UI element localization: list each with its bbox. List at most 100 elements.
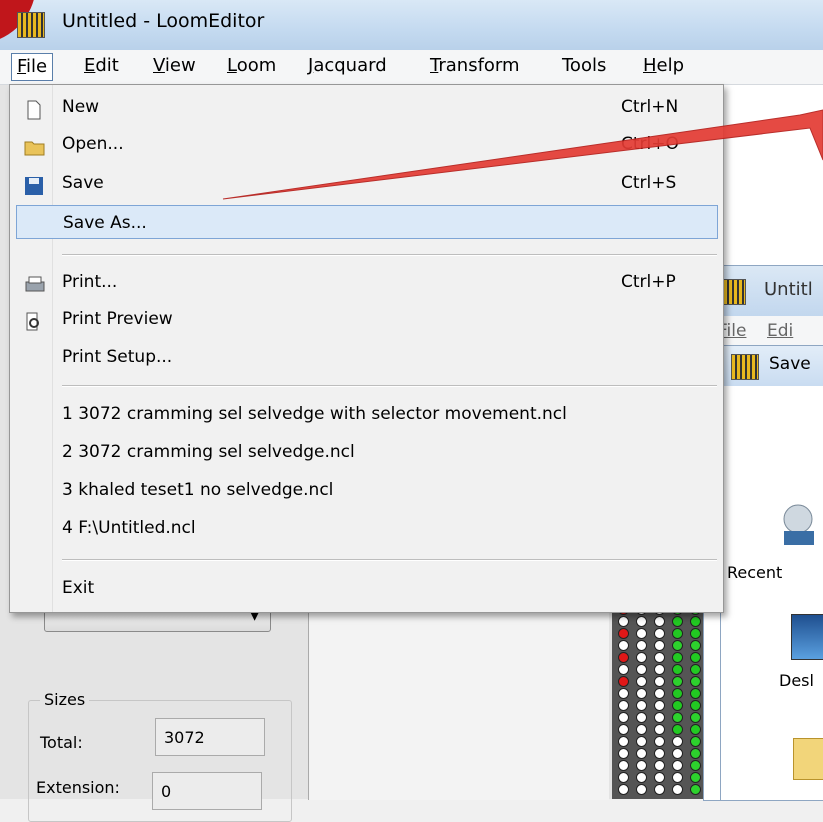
total-field: 3072 — [155, 718, 265, 756]
matrix-dot — [636, 760, 647, 771]
matrix-dot — [618, 676, 629, 687]
matrix-dot — [654, 640, 665, 651]
matrix-dot — [618, 772, 629, 783]
matrix-dot — [690, 676, 701, 687]
matrix-dot — [636, 724, 647, 735]
menu-item-save[interactable]: Save Ctrl+S — [10, 166, 721, 200]
menu-bar: File Edit View Loom Jacquard Transform T… — [0, 50, 823, 85]
editor-canvas — [715, 85, 823, 265]
matrix-dot — [654, 712, 665, 723]
matrix-dot — [636, 664, 647, 675]
matrix-dot — [690, 700, 701, 711]
menu-item-recent-4[interactable]: 4 F:\Untitled.ncl — [10, 511, 721, 545]
matrix-dot — [654, 784, 665, 795]
matrix-dot — [672, 736, 683, 747]
menu-item-exit[interactable]: Exit — [10, 571, 721, 605]
menu-item-save-as[interactable]: Save As... — [16, 205, 718, 239]
matrix-dot — [636, 688, 647, 699]
matrix-dot — [618, 724, 629, 735]
places-bar: Recent Desl — [721, 386, 823, 800]
matrix-dot — [690, 748, 701, 759]
menu-item-print-preview[interactable]: Print Preview — [10, 302, 721, 336]
window-title: Untitled - LoomEditor — [62, 10, 265, 32]
matrix-dot — [654, 628, 665, 639]
matrix-dot — [636, 748, 647, 759]
extension-field[interactable]: 0 — [152, 772, 262, 810]
menu-separator — [62, 385, 717, 387]
recent-places-label[interactable]: Recent — [727, 563, 782, 582]
menu-item-recent-3[interactable]: 3 khaled teset1 no selvedge.ncl — [10, 473, 721, 507]
matrix-dot — [654, 748, 665, 759]
matrix-dot — [690, 760, 701, 771]
print-preview-icon — [24, 310, 44, 331]
matrix-dot — [672, 652, 683, 663]
menu-item-recent-2[interactable]: 2 3072 cramming sel selvedge.ncl — [10, 435, 721, 469]
matrix-dot — [618, 736, 629, 747]
matrix-dot — [618, 760, 629, 771]
menu-edit[interactable]: Edit — [79, 53, 124, 79]
matrix-dot — [654, 664, 665, 675]
menu-item-new[interactable]: New Ctrl+N — [10, 90, 721, 124]
matrix-dot — [618, 640, 629, 651]
matrix-dot — [690, 736, 701, 747]
matrix-dot — [654, 676, 665, 687]
matrix-dot — [636, 784, 647, 795]
matrix-dot — [654, 772, 665, 783]
matrix-dot — [654, 724, 665, 735]
matrix-dot — [618, 664, 629, 675]
pattern-area — [308, 600, 609, 800]
second-window-title: Untitl — [764, 279, 813, 300]
file-menu-dropdown: New Ctrl+N Open... Ctrl+O Save Ctrl+S Sa… — [9, 84, 724, 613]
menu-tools[interactable]: Tools — [557, 53, 611, 79]
matrix-dot — [618, 784, 629, 795]
matrix-dot — [672, 688, 683, 699]
matrix-dot — [654, 736, 665, 747]
loom-app-icon — [17, 12, 45, 38]
matrix-dot — [672, 712, 683, 723]
menu-file[interactable]: File — [11, 53, 54, 81]
matrix-dot — [672, 676, 683, 687]
matrix-dot — [690, 724, 701, 735]
matrix-dot — [636, 652, 647, 663]
matrix-dot — [690, 784, 701, 795]
matrix-dot — [672, 664, 683, 675]
matrix-dot — [654, 652, 665, 663]
new-document-icon — [24, 98, 44, 120]
matrix-dot — [690, 712, 701, 723]
matrix-dot — [636, 712, 647, 723]
matrix-dot — [618, 628, 629, 639]
menu-item-print-setup[interactable]: Print Setup... — [10, 340, 721, 374]
menu-help[interactable]: Help — [638, 53, 689, 79]
matrix-dot — [690, 640, 701, 651]
save-dialog-title: Save — [769, 354, 811, 374]
matrix-dot — [618, 688, 629, 699]
matrix-dot — [672, 748, 683, 759]
menu-item-open[interactable]: Open... Ctrl+O — [10, 127, 721, 161]
matrix-dot — [636, 736, 647, 747]
menu-transform[interactable]: Transform — [425, 53, 525, 79]
matrix-dot — [654, 688, 665, 699]
second-menu-edit[interactable]: Edi — [767, 321, 793, 341]
matrix-dot — [618, 616, 629, 627]
matrix-dot — [672, 628, 683, 639]
desktop-label[interactable]: Desl — [779, 671, 814, 690]
matrix-dot — [654, 760, 665, 771]
menu-item-recent-1[interactable]: 1 3072 cramming sel selvedge with select… — [10, 397, 721, 431]
menu-item-print[interactable]: Print... Ctrl+P — [10, 265, 721, 299]
matrix-dot — [618, 700, 629, 711]
matrix-dot — [636, 676, 647, 687]
open-folder-icon — [24, 135, 45, 156]
matrix-dot — [690, 664, 701, 675]
matrix-dot — [636, 700, 647, 711]
menu-loom[interactable]: Loom — [222, 53, 281, 79]
menu-jacquard[interactable]: Jacquard — [303, 53, 392, 79]
matrix-dot — [654, 700, 665, 711]
matrix-dot — [636, 628, 647, 639]
matrix-dot — [636, 616, 647, 627]
menu-view[interactable]: View — [148, 53, 201, 79]
matrix-dot — [672, 772, 683, 783]
save-dialog: Save Recent Desl — [720, 345, 823, 801]
loom-app-icon — [731, 354, 759, 380]
menu-separator — [62, 254, 717, 256]
desktop-icon — [791, 614, 823, 660]
